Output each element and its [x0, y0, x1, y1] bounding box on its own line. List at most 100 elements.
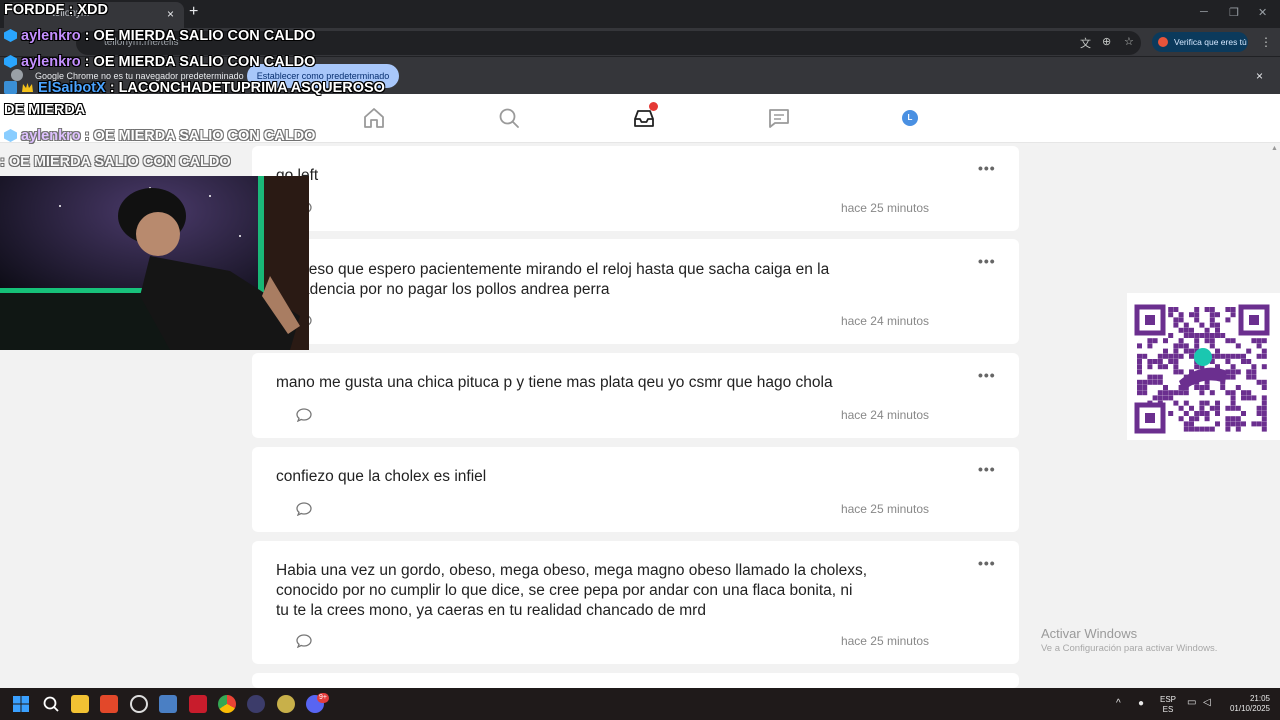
clock-date: 01/10/2025: [1229, 704, 1270, 713]
qr-module: [1241, 353, 1246, 359]
search-icon[interactable]: [497, 106, 521, 130]
qr-module: [1173, 322, 1179, 328]
language-code: ESP: [1160, 695, 1177, 704]
new-tab-button[interactable]: +: [189, 3, 198, 21]
qr-module: [1215, 353, 1220, 359]
qr-module: [1246, 395, 1252, 401]
qr-module: [1261, 348, 1267, 354]
webcam-overlay: [0, 176, 309, 350]
qr-module: [1178, 369, 1184, 375]
qr-module: [1168, 390, 1174, 396]
more-options-button[interactable]: •••: [978, 555, 996, 571]
qr-module: [1178, 343, 1184, 349]
qr-module: [1157, 395, 1163, 401]
language-indicator[interactable]: ESP ES: [1160, 695, 1176, 715]
brave-browser-icon[interactable]: [100, 695, 118, 713]
qr-module: [1261, 385, 1267, 390]
qr-module: [1168, 333, 1174, 338]
more-options-button[interactable]: •••: [978, 253, 996, 269]
file-explorer-icon[interactable]: [71, 695, 89, 713]
tray-chevron-icon[interactable]: ^: [1116, 699, 1121, 709]
qr-module: [1142, 379, 1148, 385]
qr-module: [1194, 343, 1200, 349]
avatar[interactable]: L: [902, 110, 918, 126]
tab-close-icon[interactable]: ×: [167, 7, 174, 21]
qr-module: [1147, 364, 1153, 370]
chrome-icon[interactable]: [218, 695, 236, 713]
qr-module: [1215, 421, 1220, 427]
browser-menu-icon[interactable]: ⋮: [1260, 35, 1272, 49]
qr-module: [1168, 395, 1174, 401]
activate-windows-subtitle: Ve a Configuración para activar Windows.: [1041, 643, 1218, 654]
comment-icon[interactable]: [296, 408, 312, 422]
qr-module: [1215, 348, 1220, 354]
qr-module: [1199, 426, 1205, 432]
windows-start-icon[interactable]: [12, 695, 30, 713]
qr-module: [1194, 416, 1200, 422]
chat-username: FORDDF: [4, 2, 65, 18]
qr-module: [1194, 317, 1200, 323]
prime-badge-icon: [4, 129, 17, 142]
close-window-icon[interactable]: ✕: [1258, 6, 1267, 19]
more-options-button[interactable]: •••: [978, 461, 996, 477]
qr-module: [1251, 364, 1257, 370]
zoom-icon[interactable]: ⊕: [1102, 35, 1111, 48]
volume-icon[interactable]: ◁: [1203, 698, 1211, 708]
qr-module: [1178, 390, 1184, 396]
clock-time: 21:05: [1249, 694, 1270, 703]
tell-timestamp: hace 25 minutos: [840, 201, 929, 215]
scroll-up-arrow[interactable]: ▲: [1271, 145, 1278, 152]
qr-module: [1251, 338, 1257, 344]
home-icon[interactable]: [362, 106, 386, 130]
chat-text: OE MIERDA SALIO CON CALDO: [93, 54, 316, 70]
infobar-close-icon[interactable]: ×: [1256, 69, 1263, 83]
yape-qr-code: [1127, 293, 1280, 440]
qr-module: [1189, 312, 1194, 318]
qr-module: [1183, 421, 1189, 427]
microphone-icon[interactable]: ●: [1138, 699, 1144, 709]
chat-message: aylenkro : OE MIERDA SALIO CON CALDO: [4, 54, 315, 70]
qr-module: [1220, 385, 1226, 390]
maximize-icon[interactable]: ❐: [1229, 6, 1239, 19]
x-app-icon[interactable]: [189, 695, 207, 713]
qr-module: [1230, 364, 1236, 370]
keyboard-layout: ES: [1162, 705, 1174, 714]
qr-module: [1173, 353, 1179, 359]
chat-username: aylenkro: [21, 28, 81, 44]
calculator-icon[interactable]: [159, 695, 177, 713]
translate-icon[interactable]: 文: [1080, 35, 1091, 51]
search-icon[interactable]: [42, 695, 60, 713]
messages-icon[interactable]: [767, 106, 791, 130]
minimize-icon[interactable]: ─: [1200, 6, 1208, 18]
qr-module: [1246, 369, 1252, 375]
chat-message: aylenkro : OE MIERDA SALIO CON CALDO: [4, 28, 315, 44]
qr-module: [1168, 312, 1174, 318]
qr-module: [1235, 405, 1241, 411]
qr-module: [1194, 338, 1200, 344]
qr-module: [1163, 353, 1168, 359]
qr-module: [1189, 416, 1194, 422]
qr-module: [1178, 317, 1184, 323]
qr-module: [1256, 405, 1262, 411]
qr-module: [1235, 353, 1241, 359]
bookmark-star-icon[interactable]: ☆: [1124, 35, 1134, 48]
qr-module: [1137, 385, 1142, 390]
qr-module: [1194, 307, 1200, 312]
network-icon[interactable]: ▭: [1187, 698, 1196, 708]
obs-icon[interactable]: [247, 695, 265, 713]
streaming-app-icon[interactable]: [130, 695, 148, 713]
more-options-button[interactable]: •••: [978, 160, 996, 176]
qr-module: [1163, 390, 1168, 396]
qr-module: [1225, 317, 1231, 323]
qr-module: [1173, 343, 1179, 349]
qr-module: [1137, 353, 1142, 359]
clock[interactable]: 21:05 01/10/2025: [1224, 694, 1270, 714]
app-icon[interactable]: [277, 695, 295, 713]
verify-identity-button[interactable]: Verifica que eres tú: [1152, 32, 1248, 52]
tell-text: confieso que espero pacientemente mirand…: [276, 261, 830, 298]
comment-icon[interactable]: [296, 634, 312, 648]
more-options-button[interactable]: •••: [978, 367, 996, 383]
comment-icon[interactable]: [296, 502, 312, 516]
qr-module: [1173, 400, 1179, 406]
qr-module: [1235, 343, 1241, 349]
